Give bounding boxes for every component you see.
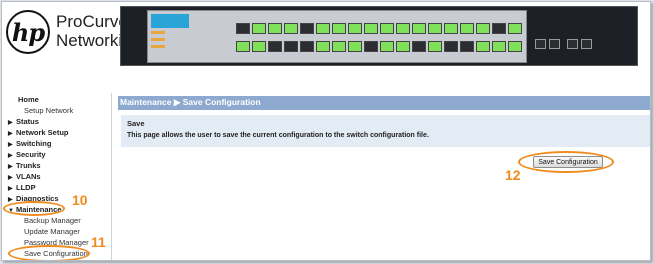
- hp-logo: hp: [6, 10, 50, 54]
- annotation-oval-maintenance: [3, 201, 65, 216]
- expand-arrow-icon: ▶: [8, 153, 13, 159]
- expand-arrow-icon: ▶: [8, 142, 13, 148]
- nav-backup-manager[interactable]: Backup Manager: [24, 216, 81, 225]
- nav-vlans[interactable]: ▶ VLANs: [8, 172, 41, 181]
- save-panel: Save This page allows the user to save t…: [121, 115, 650, 147]
- expand-arrow-icon: ▶: [8, 186, 13, 192]
- nav-trunks[interactable]: ▶ Trunks: [8, 161, 41, 170]
- nav-switching[interactable]: ▶ Switching: [8, 139, 51, 148]
- switch-front-panel-image: [120, 6, 638, 66]
- annotation-oval-save-button: [518, 151, 614, 173]
- section-description: This page allows the user to save the cu…: [127, 132, 429, 139]
- expand-arrow-icon: ▶: [8, 120, 13, 126]
- nav-status[interactable]: ▶ Status: [8, 117, 39, 126]
- nav-network-setup[interactable]: ▶ Network Setup: [8, 128, 69, 137]
- expand-arrow-icon: ▶: [8, 131, 13, 137]
- page-title-bar: Maintenance ▶ Save Configuration: [118, 96, 650, 110]
- nav-home[interactable]: Home: [18, 95, 39, 104]
- annotation-step-12: 12: [505, 167, 521, 183]
- expand-arrow-icon: ▶: [8, 175, 13, 181]
- nav-setup-network[interactable]: Setup Network: [24, 106, 73, 115]
- app-window: hp ProCurve Networking Home Setup Networ…: [1, 1, 651, 261]
- annotation-step-11: 11: [91, 234, 106, 250]
- nav-security[interactable]: ▶ Security: [8, 150, 46, 159]
- expand-arrow-icon: ▶: [8, 164, 13, 170]
- section-title: Save: [127, 119, 145, 128]
- annotation-oval-save-configuration: [8, 245, 90, 260]
- annotation-step-10: 10: [72, 192, 88, 208]
- page-title: Maintenance ▶ Save Configuration: [120, 97, 261, 107]
- nav-update-manager[interactable]: Update Manager: [24, 227, 80, 236]
- nav-lldp[interactable]: ▶ LLDP: [8, 183, 36, 192]
